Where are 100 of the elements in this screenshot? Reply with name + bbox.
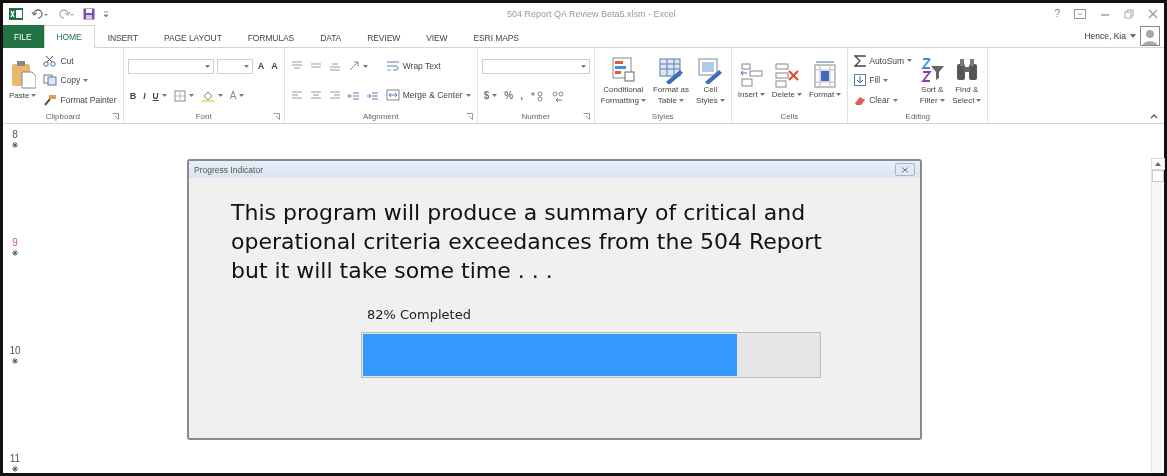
shrink-font-button[interactable]: A	[269, 60, 280, 72]
cell-format-icon	[812, 61, 839, 89]
vertical-scrollbar[interactable]	[1151, 158, 1163, 473]
progress-message: This program will produce a summary of critical and operational criteria exceedances from the 504 Report but it will take some time . . .	[231, 199, 823, 285]
row-marker-icon	[12, 466, 18, 472]
row-header[interactable]: 10	[9, 345, 21, 356]
font-color-button[interactable]: A	[227, 89, 247, 102]
paint-bucket-icon	[200, 89, 215, 102]
underline-button[interactable]: U	[150, 89, 169, 102]
italic-button[interactable]: I	[141, 89, 148, 102]
save-icon	[83, 7, 95, 20]
insert-cells-icon	[738, 61, 765, 89]
number-format-field[interactable]	[481, 58, 590, 74]
cell-brush-icon	[697, 55, 724, 84]
redo-icon	[57, 7, 75, 20]
wrap-text-button[interactable]: Wrap Text	[383, 58, 443, 73]
progress-percent-label: 82% Completed	[367, 307, 472, 322]
format-painter-button[interactable]: Format Painter	[41, 93, 119, 108]
insert-button[interactable]: Insert	[735, 60, 767, 101]
ribbon-tab[interactable]: VIEW	[413, 27, 461, 48]
table-brush-icon	[657, 55, 684, 84]
fill-button[interactable]: Fill	[852, 73, 891, 88]
clipboard-icon	[9, 60, 36, 90]
ribbon-tab[interactable]: HOME	[43, 25, 95, 48]
group-label: Alignment	[362, 112, 399, 121]
user-name[interactable]: Hence, Kia	[1084, 30, 1126, 41]
decimal-icon	[550, 89, 565, 102]
ribbon-tab[interactable]: DATA	[307, 27, 355, 48]
collapse-ribbon-icon	[1150, 114, 1158, 119]
group-label: Editing	[905, 112, 931, 121]
scroll-thumb[interactable]	[1151, 170, 1164, 182]
restore-icon	[1124, 8, 1134, 19]
delete-button[interactable]: Delete	[769, 60, 804, 101]
excel-logo-icon	[9, 7, 23, 20]
file-tab[interactable]: FILE	[3, 25, 44, 48]
row-marker-icon	[12, 358, 18, 364]
number-format-button[interactable]: %	[502, 89, 516, 102]
ribbon-tab[interactable]: REVIEW	[354, 27, 414, 48]
bold-button[interactable]: B	[127, 89, 139, 102]
paste-button[interactable]: Paste	[7, 59, 39, 102]
group-label: Cells	[780, 112, 799, 121]
bar-table-icon	[610, 55, 637, 84]
dialog-title: Progress Indicator	[194, 164, 263, 175]
ribbon-tab[interactable]: INSERT	[94, 27, 152, 48]
avatar-icon	[1140, 25, 1160, 46]
group-label: Styles	[651, 112, 674, 121]
row-header[interactable]: 11	[9, 453, 21, 464]
eraser-icon	[854, 94, 867, 107]
sort-filter-icon	[919, 55, 946, 84]
decrease-indent-button[interactable]	[345, 89, 362, 102]
font-size-field[interactable]	[216, 58, 253, 74]
merge-center-button[interactable]: Merge & Center	[383, 88, 473, 103]
help-button[interactable]: ?	[1054, 8, 1060, 19]
ribbon-display-icon	[1074, 8, 1086, 19]
row-marker-icon	[12, 250, 18, 256]
copy-button[interactable]: Copy	[41, 73, 91, 88]
row-header[interactable]: 9	[12, 237, 18, 248]
align-lines-icon	[290, 90, 303, 101]
font-name-field[interactable]	[127, 58, 214, 74]
find-select-button[interactable]: Find & Select	[950, 54, 984, 107]
sort-filter-button[interactable]: Sort & Filter	[917, 54, 948, 107]
align-lines-icon	[309, 90, 322, 101]
clear-button[interactable]: Clear	[852, 93, 900, 108]
autosum-button[interactable]: AutoSum	[852, 53, 915, 68]
decimal-icon	[529, 89, 544, 102]
dropdown-caret-icon	[1130, 33, 1136, 38]
scissors-icon	[43, 54, 58, 67]
close-button[interactable]	[895, 163, 915, 176]
delete-cells-icon	[773, 61, 800, 89]
row-header[interactable]: 8	[12, 129, 18, 140]
align-lines-icon	[328, 61, 341, 72]
number-format-button[interactable]: ,	[518, 89, 525, 102]
outdent-icon	[347, 90, 360, 101]
align-lines-icon	[290, 61, 303, 72]
format-button[interactable]: Format	[806, 60, 844, 101]
borders-button[interactable]	[171, 88, 196, 103]
align-lines-icon	[328, 90, 341, 101]
format-as-table-button[interactable]: Format as Table	[650, 54, 691, 107]
conditional-formatting-button[interactable]: Conditional Formatting	[598, 54, 648, 107]
group-label: Clipboard	[45, 112, 80, 121]
border-grid-icon	[173, 89, 186, 102]
close-icon	[901, 166, 909, 173]
sigma-icon	[854, 54, 867, 67]
group-label: Number	[521, 112, 550, 121]
ribbon-tab[interactable]: PAGE LAYOUT	[151, 27, 235, 48]
ribbon-tab[interactable]: FORMULAS	[234, 27, 308, 48]
cell-styles-button[interactable]: Cell Styles	[693, 54, 727, 107]
ribbon-tab[interactable]: ESRI MAPS	[460, 27, 532, 48]
increase-indent-button[interactable]	[364, 89, 381, 102]
number-format-button[interactable]: $	[481, 89, 500, 102]
cut-button[interactable]: Cut	[41, 53, 76, 68]
paintbrush-icon	[43, 94, 58, 107]
close-icon	[1148, 8, 1158, 19]
copy-icon	[43, 74, 58, 87]
group-label: Font	[195, 112, 212, 121]
grow-font-button[interactable]: A	[255, 60, 267, 72]
down-arrow-box-icon	[854, 74, 867, 87]
wrap-text-icon	[385, 59, 400, 72]
customize-caret-icon	[103, 9, 109, 18]
merge-cells-icon	[385, 89, 400, 102]
